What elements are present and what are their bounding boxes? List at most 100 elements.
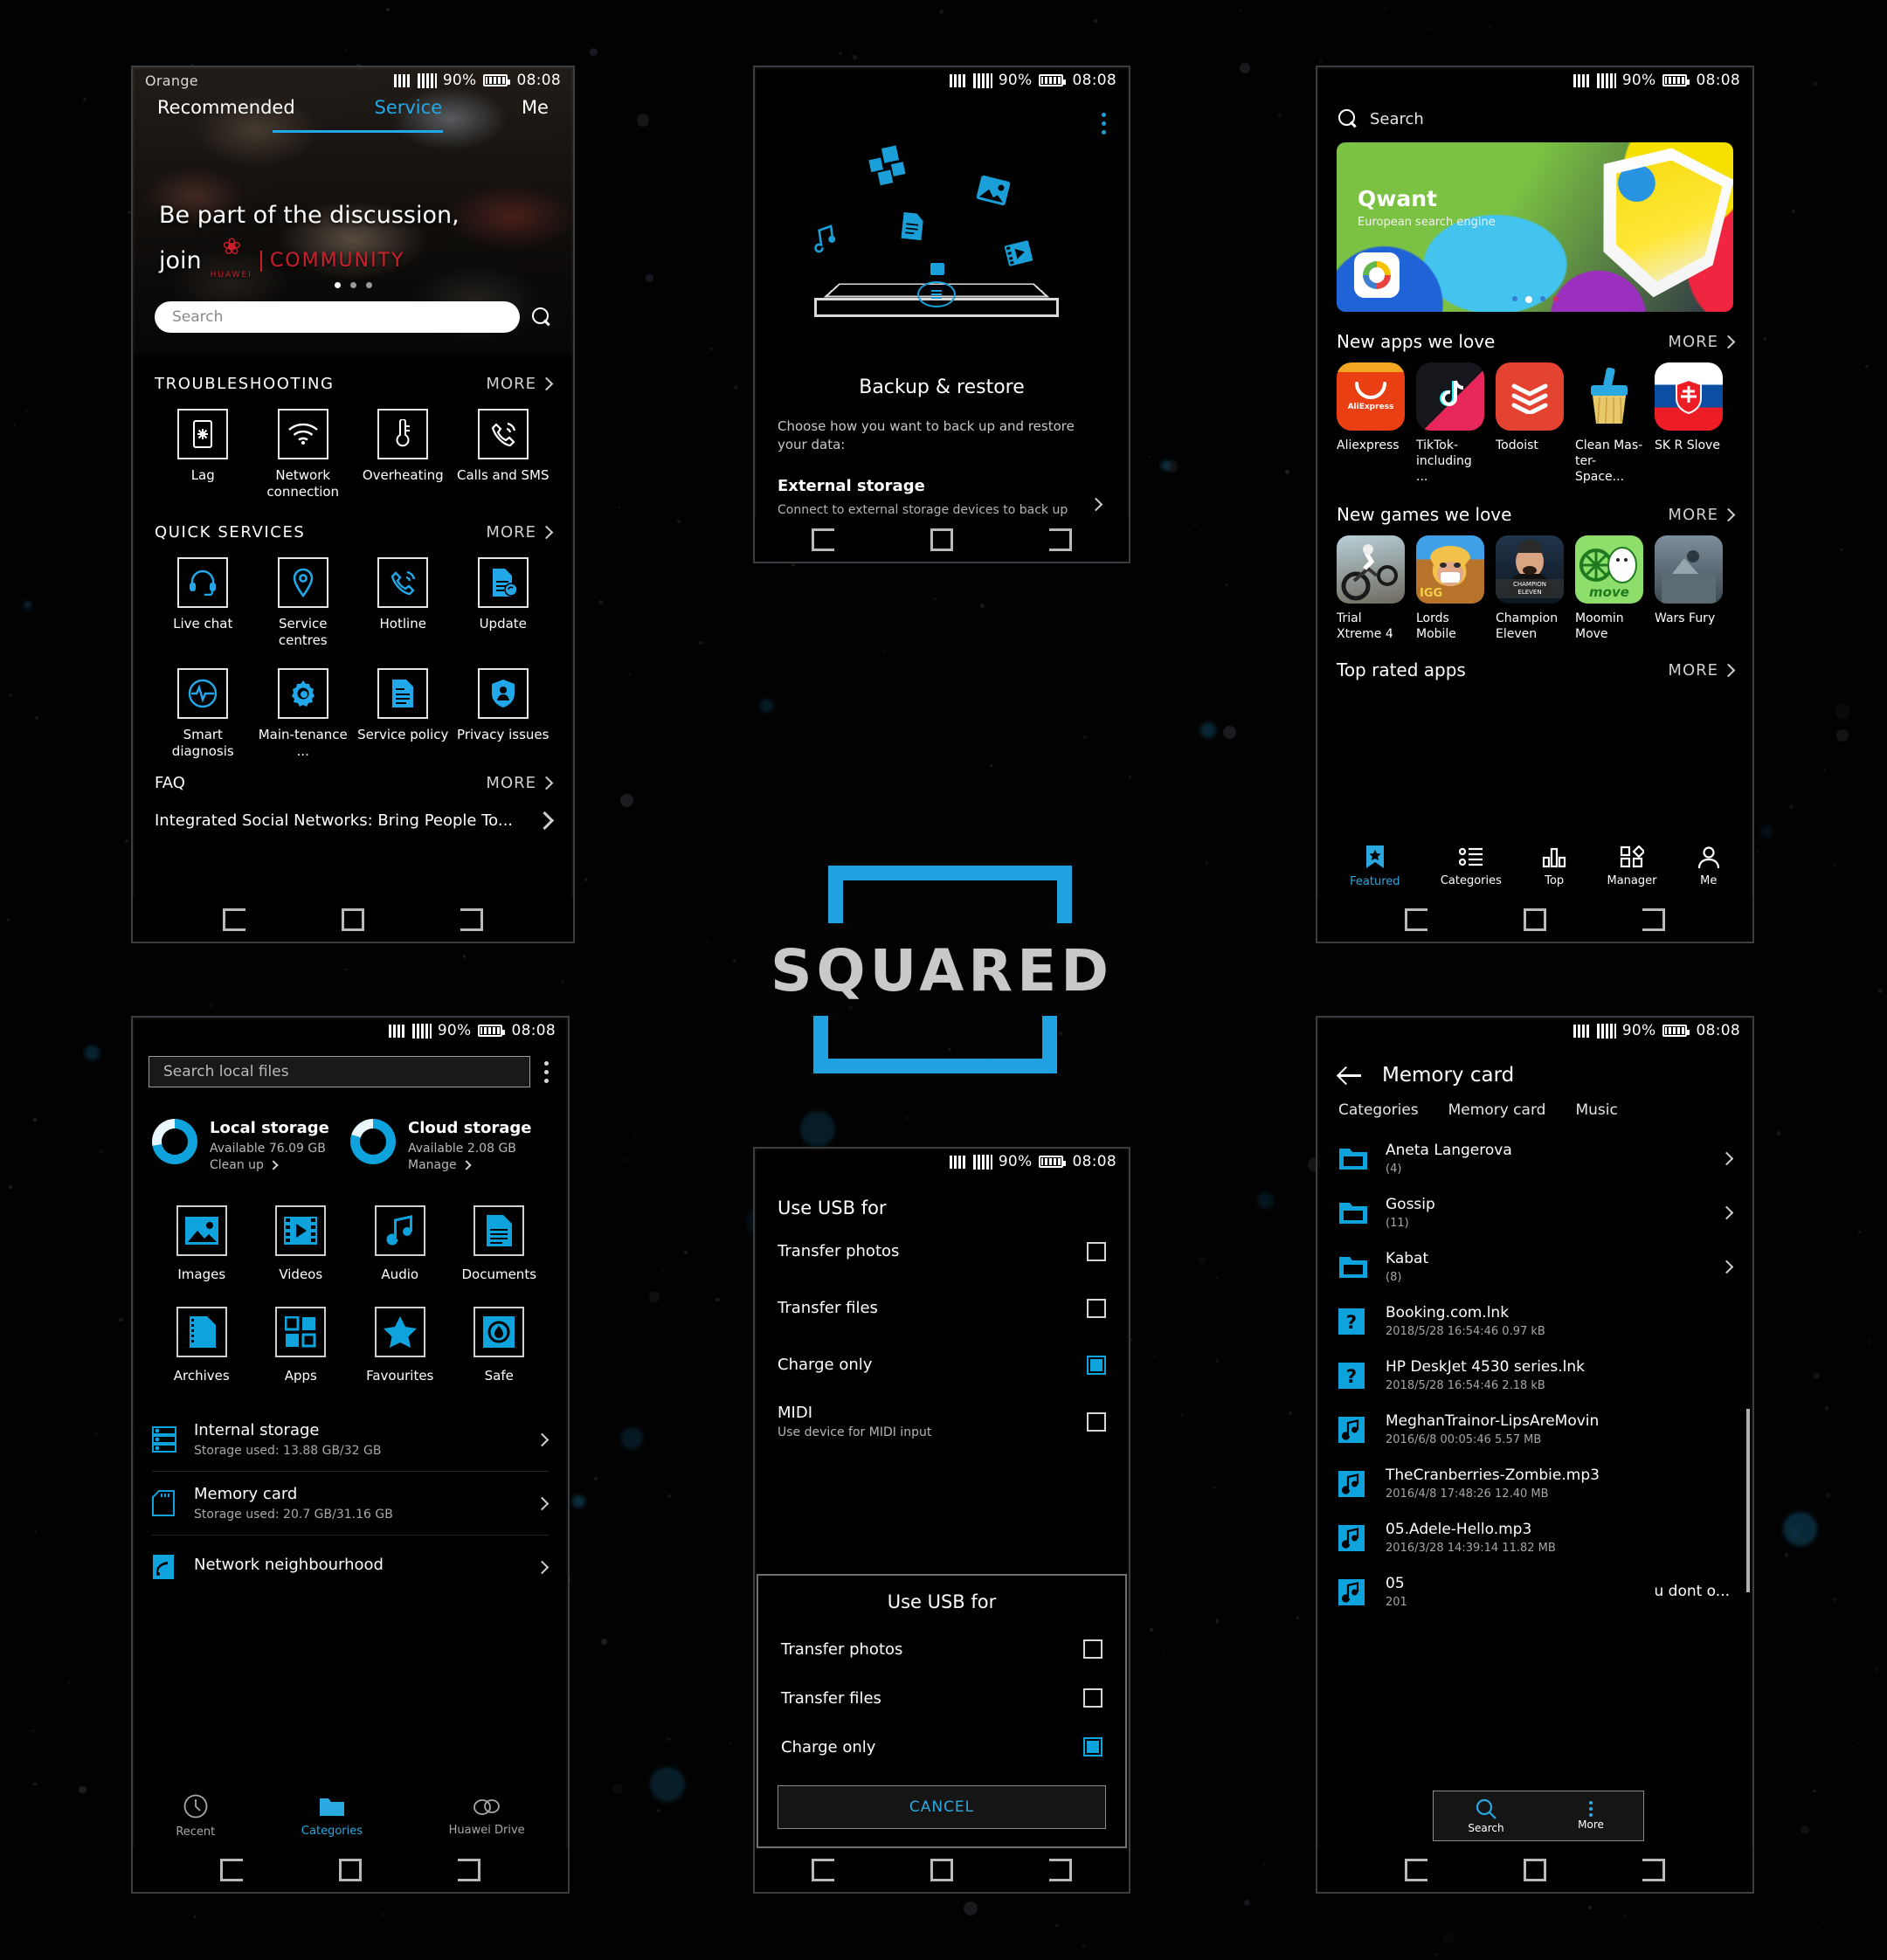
nav-home-button[interactable] [1524, 1859, 1546, 1881]
nav-home-button[interactable] [339, 1859, 362, 1881]
tile-overheating[interactable]: Overheating [355, 398, 452, 500]
breadcrumb-memory-card[interactable]: Memory card [1448, 1101, 1546, 1119]
app-card-clean-master[interactable]: Clean Mas- ter- Space... [1575, 362, 1643, 485]
category-images[interactable]: Images [152, 1205, 252, 1282]
tile-update[interactable]: Update [455, 547, 552, 649]
more-top-rated-button[interactable]: MORE [1668, 661, 1736, 680]
tile-live-chat[interactable]: Live chat [155, 547, 252, 649]
game-card-moomin-move[interactable]: move Moomin Move [1575, 535, 1643, 642]
game-card-champion-eleven[interactable]: CHAMPION ELEVEN Champion Eleven [1496, 535, 1564, 642]
list-item[interactable]: Aneta Langerova (4) [1317, 1131, 1752, 1185]
faq-list-item[interactable]: Integrated Social Networks: Bring People… [155, 811, 555, 831]
popup-search-action[interactable]: Search [1434, 1798, 1538, 1834]
cloud-storage-card[interactable]: Cloud storage Available 2.08 GB Manage [350, 1119, 549, 1172]
list-item[interactable]: Kabat (8) [1317, 1239, 1752, 1294]
breadcrumb-categories[interactable]: Categories [1338, 1101, 1419, 1119]
nav-recents-button[interactable] [1049, 528, 1072, 551]
tab-me[interactable]: Me [522, 97, 549, 118]
dialog-option-transfer-files[interactable]: Transfer files [758, 1675, 1125, 1721]
tab-recent[interactable]: Recent [176, 1794, 215, 1839]
list-item[interactable]: ? Booking.com.lnk 2018/5/28 16:54:46 0.97… [1317, 1294, 1752, 1348]
usb-option-charge-only[interactable]: Charge only [755, 1341, 1129, 1389]
cancel-button[interactable]: CANCEL [778, 1785, 1106, 1829]
dialog-option-charge-only[interactable]: Charge only [758, 1724, 1125, 1770]
tab-categories[interactable]: Categories [301, 1795, 363, 1838]
banner-dot-2[interactable] [1524, 296, 1532, 303]
more-new-games-button[interactable]: MORE [1668, 506, 1736, 524]
tile-service-policy[interactable]: Service policy [355, 652, 452, 760]
category-safe[interactable]: Safe [450, 1307, 550, 1384]
banner-dot-1[interactable] [1511, 296, 1517, 301]
search-icon[interactable] [532, 307, 551, 327]
checkbox-transfer-photos[interactable] [1087, 1241, 1106, 1261]
tile-calls-and-sms[interactable]: Calls and SMS [455, 398, 552, 500]
breadcrumb-music[interactable]: Music [1575, 1101, 1617, 1119]
category-videos[interactable]: Videos [252, 1205, 351, 1282]
carousel-dot-3[interactable] [365, 282, 372, 288]
category-audio[interactable]: Audio [350, 1205, 450, 1282]
app-card-todoist[interactable]: Todoist [1496, 362, 1564, 485]
nav-back-button[interactable] [1405, 908, 1427, 931]
location-network-neighbourhood[interactable]: Network neighbourhood [133, 1536, 568, 1598]
search-input[interactable]: Search [155, 301, 520, 333]
nav-back-button[interactable] [812, 1859, 834, 1881]
tab-service[interactable]: Service [375, 97, 443, 118]
dialog-option-transfer-photos[interactable]: Transfer photos [758, 1626, 1125, 1672]
manage-link[interactable]: Manage [408, 1158, 532, 1172]
clean-up-link[interactable]: Clean up [210, 1158, 329, 1172]
nav-back-button[interactable] [223, 908, 245, 931]
tab-recommended[interactable]: Recommended [157, 97, 295, 118]
tile-privacy-issues[interactable]: Privacy issues [455, 652, 552, 760]
tab-categories[interactable]: Categories [1441, 845, 1502, 887]
list-item[interactable]: ? HP DeskJet 4530 series.lnk 2018/5/28 16… [1317, 1348, 1752, 1402]
dialog-checkbox-charge-only[interactable] [1083, 1737, 1102, 1756]
list-item[interactable]: 05 201 u dont o... [1317, 1564, 1752, 1618]
checkbox-charge-only[interactable] [1087, 1355, 1106, 1375]
tab-featured[interactable]: Featured [1350, 845, 1400, 888]
checkbox-transfer-files[interactable] [1087, 1298, 1106, 1318]
app-card-tiktok[interactable]: TikTok- including ... [1416, 362, 1484, 485]
local-storage-card[interactable]: Local storage Available 76.09 GB Clean u… [152, 1119, 350, 1172]
game-card-trial-xtreme-4[interactable]: Trial Xtreme 4 [1337, 535, 1405, 642]
more-quick-services-button[interactable]: MORE [486, 523, 554, 542]
search-local-files-input[interactable]: Search local files [149, 1056, 530, 1087]
game-card-lords-mobile[interactable]: IGG Lords Mobile [1416, 535, 1484, 642]
nav-back-button[interactable] [1405, 1859, 1427, 1881]
tile-hotline[interactable]: Hotline [355, 547, 452, 649]
category-apps[interactable]: Apps [252, 1307, 351, 1384]
nav-home-button[interactable] [930, 1859, 953, 1881]
nav-back-button[interactable] [812, 528, 834, 551]
location-internal-storage[interactable]: Internal storage Storage used: 13.88 GB/… [133, 1408, 568, 1471]
carousel-dot-2[interactable] [349, 282, 356, 288]
nav-home-button[interactable] [1524, 908, 1546, 931]
tile-service-centres[interactable]: Service centres [255, 547, 352, 649]
tile-smart-diagnosis[interactable]: Smart diagnosis [155, 652, 252, 760]
nav-recents-button[interactable] [460, 908, 483, 931]
category-favourites[interactable]: Favourites [350, 1307, 450, 1384]
tab-top[interactable]: Top [1542, 845, 1566, 887]
usb-option-transfer-photos[interactable]: Transfer photos [755, 1227, 1129, 1275]
popup-more-action[interactable]: More [1538, 1801, 1643, 1831]
nav-home-button[interactable] [930, 528, 953, 551]
tile-network-connection[interactable]: Network connection [255, 398, 352, 500]
location-memory-card[interactable]: Memory card Storage used: 20.7 GB/31.16 … [133, 1472, 568, 1535]
checkbox-midi[interactable] [1087, 1411, 1106, 1432]
nav-recents-button[interactable] [1049, 1859, 1072, 1881]
nav-back-button[interactable] [220, 1859, 243, 1881]
search-bar[interactable]: Search [1317, 93, 1752, 137]
hero-banner[interactable]: Orange 90% 08:08 Recommended Service Me … [133, 67, 573, 355]
banner-dot-4[interactable] [1552, 296, 1559, 301]
scrollbar[interactable] [1746, 1409, 1750, 1592]
back-arrow-icon[interactable] [1338, 1063, 1363, 1087]
game-card-wars-fury[interactable]: Wars Fury [1655, 535, 1723, 642]
list-item[interactable]: 05.Adele-Hello.mp3 2016/3/28 14:39:14 11.… [1317, 1510, 1752, 1564]
category-archives[interactable]: Archives [152, 1307, 252, 1384]
promo-banner-qwant[interactable]: Qwant European search engine [1337, 142, 1733, 312]
tab-manager[interactable]: Manager [1607, 845, 1656, 887]
category-documents[interactable]: Documents [450, 1205, 550, 1282]
tile-maintenance[interactable]: Main-tenance ... [255, 652, 352, 760]
list-item[interactable]: TheCranberries-Zombie.mp3 2016/4/8 17:48:… [1317, 1456, 1752, 1510]
usb-option-midi[interactable]: MIDI Use device for MIDI input [755, 1398, 1129, 1446]
more-faq-button[interactable]: MORE [486, 774, 554, 792]
list-item[interactable]: Gossip (11) [1317, 1185, 1752, 1239]
